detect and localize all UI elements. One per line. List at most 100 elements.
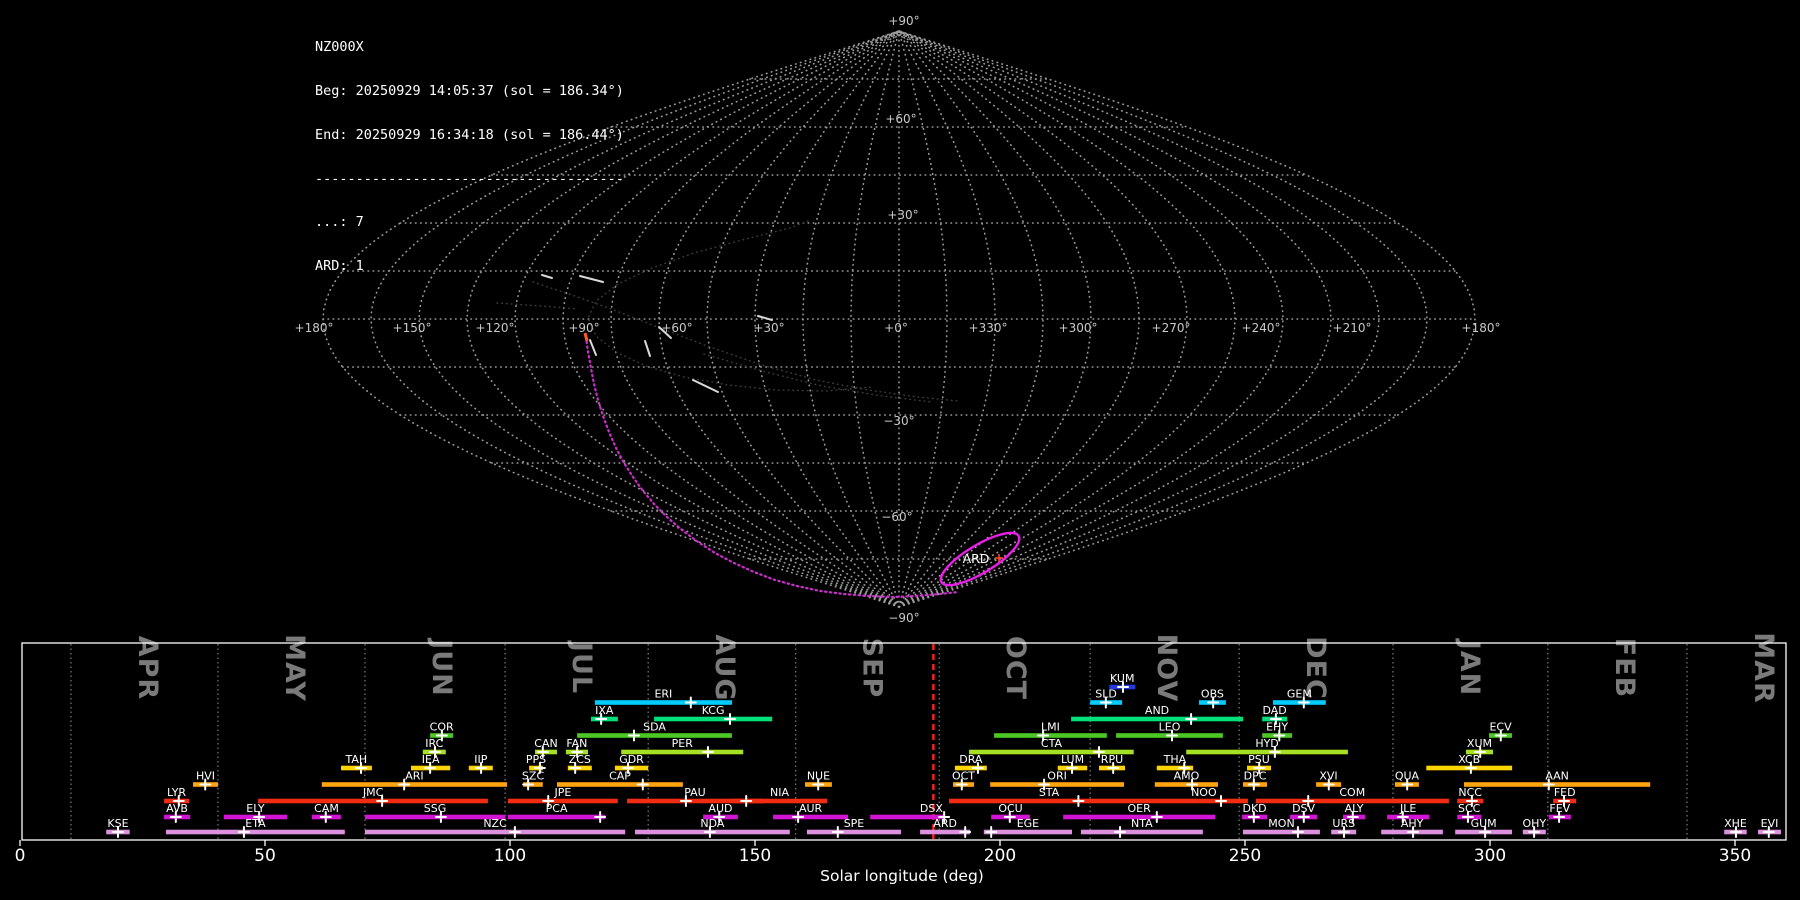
app-screen: +180° +150° +120° +90° +60° +30° +0° +330° +300°…: [0, 0, 1800, 900]
shower-label-JLE: JLE: [1399, 802, 1416, 815]
latitude-label: −30°: [883, 414, 914, 428]
shower-label-SCC: SCC: [1458, 802, 1481, 815]
shower-label-JPE: JPE: [554, 786, 572, 799]
latitude-label: +90°: [888, 14, 919, 28]
longitude-label: +300°: [1059, 321, 1098, 335]
shower-label-ALY: ALY: [1345, 802, 1364, 815]
shower-bar-ARI: [321, 782, 507, 787]
shower-label-EGE: EGE: [1017, 817, 1039, 830]
shower-label-NCC: NCC: [1458, 786, 1482, 799]
meteor-segment: [589, 339, 597, 356]
shower-label-NZC: NZC: [483, 817, 507, 830]
radiant-drift-track: [584, 335, 960, 599]
shower-label-LYR: LYR: [167, 786, 186, 799]
longitude-label: +60°: [661, 321, 692, 335]
shower-label-ETA: ETA: [245, 817, 266, 830]
shower-label-AUR: AUR: [799, 802, 823, 815]
shower-label-SPE: SPE: [844, 817, 865, 830]
separator-line: --------------------------------------: [315, 170, 624, 187]
longitude-label: +210°: [1333, 321, 1372, 335]
meteor-plot-canvas: +180° +150° +120° +90° +60° +30° +0° +330° +300°…: [15, 14, 1787, 885]
shower-label-OCT: OCT: [952, 770, 975, 783]
map-faint-curve: [496, 302, 579, 310]
shower-label-MON: MON: [1268, 817, 1294, 830]
x-axis-tick-label: 250: [1229, 846, 1261, 866]
month-label-nov: NOV: [1151, 634, 1182, 703]
meteor-segment: [644, 340, 651, 357]
month-label-aug: AUG: [709, 634, 740, 701]
latitude-label: −90°: [888, 611, 919, 625]
shower-label-PPS: PPS: [526, 753, 546, 766]
shower-bar-AUR: [773, 814, 849, 820]
shower-label-CTA: CTA: [1041, 737, 1063, 750]
shower-bar-JMC: [258, 798, 488, 804]
x-axis-tick-label: 350: [1719, 846, 1751, 866]
shower-bar-ETA: [166, 829, 345, 835]
month-label-jul: JUL: [566, 640, 597, 694]
x-axis-tick-label: 0: [15, 846, 26, 866]
ard-radiant-label: ARD: [963, 551, 990, 566]
session-header: NZ000X Beg: 20250929 14:05:37 (sol = 186…: [315, 11, 624, 303]
longitude-label: +330°: [969, 321, 1008, 335]
longitude-label: +180°: [295, 321, 334, 335]
x-axis-tick-label: 150: [739, 846, 771, 866]
x-axis-tick-label: 100: [494, 846, 526, 866]
latitude-label: −60°: [881, 510, 912, 524]
month-label-feb: FEB: [1609, 638, 1640, 698]
station-code: NZ000X: [315, 39, 364, 56]
longitude-label: +180°: [1462, 321, 1501, 335]
shower-label-OER: OER: [1128, 802, 1152, 815]
x-axis-tick-label: 300: [1474, 846, 1506, 866]
shower-label-ARD: ARD: [933, 817, 957, 830]
shower-label-DSX: DSX: [920, 802, 943, 815]
shower-label-THA: THA: [1163, 753, 1187, 766]
shower-label-SSG: SSG: [424, 802, 447, 815]
shower-label-IXA: IXA: [595, 704, 614, 717]
x-axis-tick-label: 50: [254, 846, 276, 866]
shower-label-ORI: ORI: [1047, 770, 1067, 783]
shower-label-LEO: LEO: [1159, 721, 1181, 734]
shower-bar-AND: [1071, 716, 1244, 722]
shower-label-RPU: RPU: [1101, 753, 1123, 766]
x-axis-tick-label: 200: [984, 846, 1016, 866]
shower-label-GUM: GUM: [1471, 817, 1497, 830]
month-label-apr: APR: [132, 636, 163, 700]
shower-bar-KCG: [654, 716, 773, 722]
shower-label-ARI: ARI: [405, 770, 423, 783]
shower-bar-PCA: [508, 814, 605, 820]
shower-label-AMO: AMO: [1174, 770, 1200, 783]
meteor-segment: [757, 315, 773, 321]
end-time-line: End: 20250929 16:34:18 (sol = 186.44°): [315, 126, 624, 143]
shower-label-CAP: CAP: [609, 770, 631, 783]
count-unclassified: ...: 7: [315, 214, 364, 231]
longitude-label: +90°: [568, 321, 599, 335]
shower-bar-CAP: [557, 782, 683, 787]
shower-label-NOO: NOO: [1191, 786, 1217, 799]
shower-label-AND: AND: [1145, 704, 1169, 717]
shower-label-SDA: SDA: [643, 721, 666, 734]
longitude-label: +30°: [753, 321, 784, 335]
shower-label-JMC: JMC: [362, 786, 384, 799]
longitude-label: +240°: [1242, 321, 1281, 335]
shower-label-DRA: DRA: [959, 753, 983, 766]
shower-bar-NZC: [365, 829, 626, 835]
shower-label-ZCS: ZCS: [569, 753, 591, 766]
shower-label-KCG: KCG: [702, 704, 725, 717]
longitude-label: +120°: [476, 321, 515, 335]
month-label-jun: JUN: [426, 637, 457, 697]
latitude-label: +30°: [887, 208, 918, 222]
shower-label-PCA: PCA: [546, 802, 568, 815]
shower-label-CAN: CAN: [534, 737, 557, 750]
longitude-label: +150°: [393, 321, 432, 335]
month-label-oct: OCT: [1000, 636, 1031, 700]
shower-label-EHY: EHY: [1266, 721, 1288, 734]
month-label-sep: SEP: [857, 638, 888, 699]
count-ard: ARD: 1: [315, 258, 364, 275]
shower-label-GDR: GDR: [619, 753, 644, 766]
shower-label-PER: PER: [672, 737, 694, 750]
shower-bar-SPE: [806, 829, 901, 835]
x-axis-title: Solar longitude (deg): [820, 867, 984, 885]
meteor-segment: [692, 379, 719, 393]
shower-bar-MON: [1243, 829, 1320, 835]
shower-bar-SDA: [577, 733, 732, 738]
